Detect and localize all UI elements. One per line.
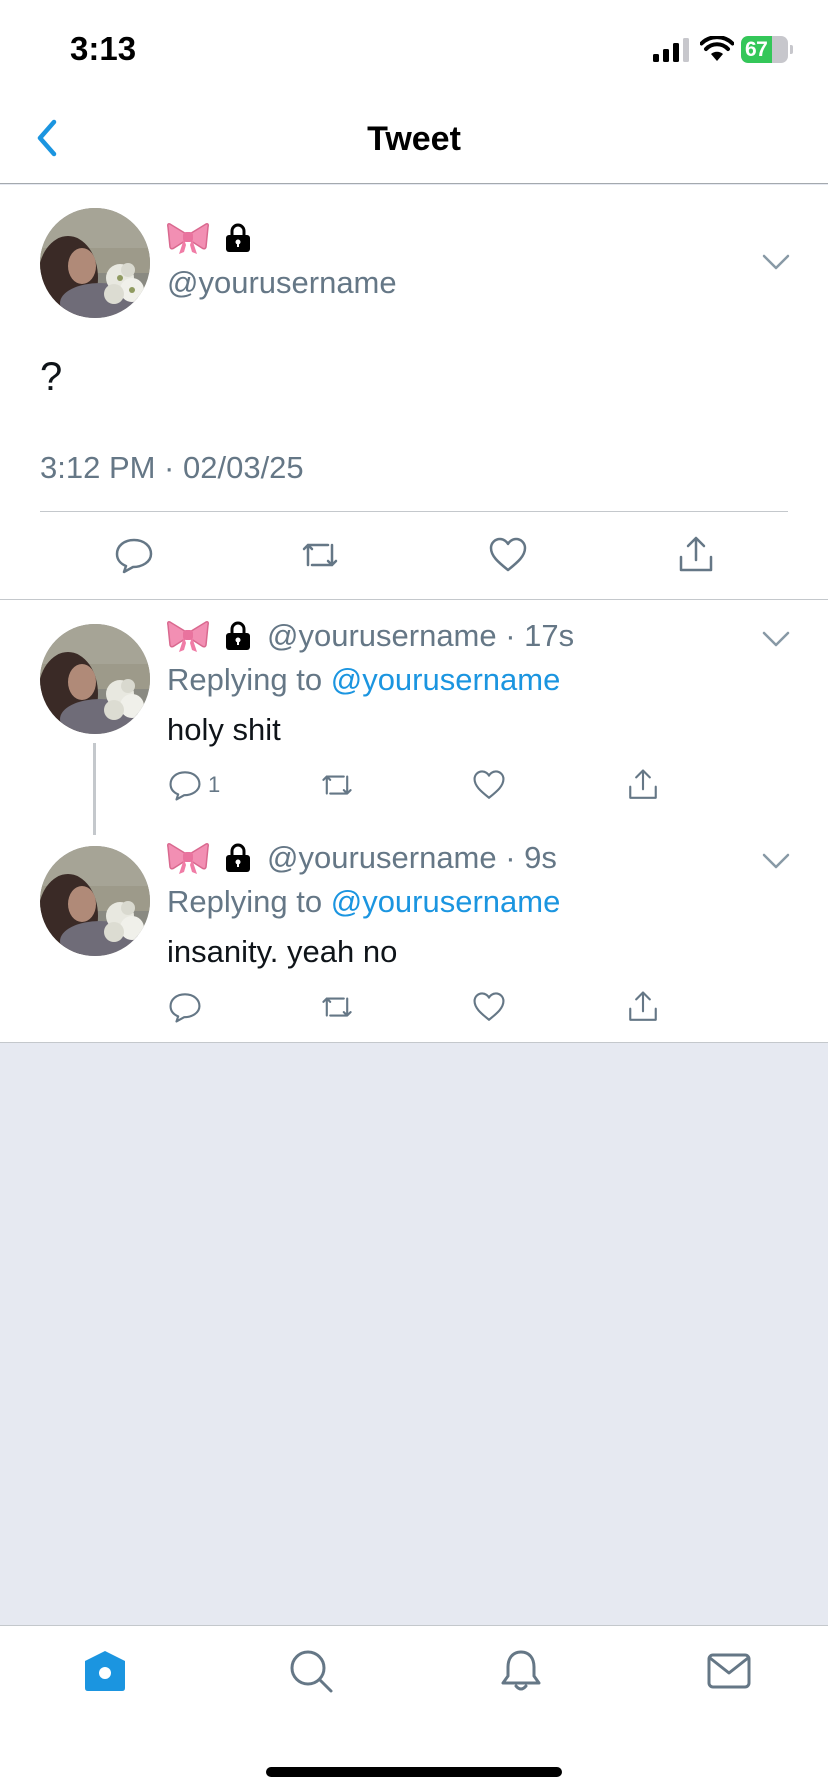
search-icon <box>290 1650 333 1693</box>
bow-icon <box>167 843 209 874</box>
reply-text: insanity. yeah no <box>167 934 398 969</box>
tab-search[interactable] <box>288 1648 334 1694</box>
bow-icon <box>167 223 209 254</box>
reply-header: @yourusername · 9s <box>167 840 557 876</box>
avatar[interactable] <box>40 846 150 956</box>
share-icon[interactable] <box>626 990 660 1024</box>
replying-prefix: Replying to <box>167 662 323 697</box>
wifi-icon <box>700 36 734 61</box>
messages-icon <box>707 1653 751 1689</box>
like-icon[interactable] <box>488 535 528 575</box>
replying-prefix: Replying to <box>167 884 323 919</box>
notifications-icon <box>501 1650 541 1691</box>
reply-icon <box>169 993 201 1023</box>
reply-tweet[interactable]: @yourusername · 17s Replying to @youruse… <box>0 600 828 820</box>
tweet-body: ? <box>40 355 63 399</box>
reply-text: holy shit <box>167 712 281 747</box>
tweet-actions <box>0 535 828 585</box>
replying-to: Replying to @yourusername <box>167 884 560 920</box>
tweet-timestamp: 3:12 PM · 02/03/25 <box>40 450 304 485</box>
avatar[interactable] <box>40 624 150 734</box>
lock-icon <box>226 843 250 872</box>
reply-count: 1 <box>208 772 221 797</box>
battery-icon: 67 <box>741 36 793 63</box>
share-icon[interactable] <box>626 768 660 802</box>
chevron-down-icon[interactable] <box>762 852 790 870</box>
chevron-down-icon[interactable] <box>762 630 790 648</box>
tab-messages[interactable] <box>706 1648 752 1694</box>
reply-icon[interactable] <box>114 535 154 575</box>
home-indicator[interactable] <box>266 1767 562 1777</box>
navigation-bar: Tweet <box>0 96 828 184</box>
replies-list: @yourusername · 17s Replying to @youruse… <box>0 600 828 1043</box>
display-name <box>167 221 253 255</box>
tab-home[interactable] <box>82 1648 128 1694</box>
retweet-icon[interactable] <box>320 990 354 1024</box>
cellular-signal-icon <box>653 38 689 62</box>
reply-handle-time: @yourusername · 17s <box>267 618 575 653</box>
status-bar: 3:13 67 <box>0 0 828 96</box>
mention-link[interactable]: @yourusername <box>331 884 561 919</box>
reply-handle-time: @yourusername · 9s <box>267 840 557 875</box>
chevron-down-icon[interactable] <box>762 253 790 271</box>
reply-button[interactable]: 1 <box>168 768 220 802</box>
page-title: Tweet <box>367 120 461 158</box>
like-icon[interactable] <box>472 990 506 1024</box>
lock-icon <box>226 223 250 252</box>
main-tweet: @yourusername ? 3:12 PM · 02/03/25 <box>0 185 828 600</box>
reply-icon <box>169 771 201 801</box>
mention-link[interactable]: @yourusername <box>331 662 561 697</box>
status-time: 3:13 <box>70 30 137 67</box>
retweet-icon[interactable] <box>300 535 340 575</box>
reply-actions <box>0 990 828 1026</box>
battery-percent: 67 <box>745 38 768 61</box>
avatar[interactable] <box>40 208 150 318</box>
lock-icon <box>226 621 250 650</box>
reply-button[interactable] <box>168 990 208 1024</box>
share-icon[interactable] <box>676 535 716 575</box>
replying-to: Replying to @yourusername <box>167 662 560 698</box>
retweet-icon[interactable] <box>320 768 354 802</box>
home-icon <box>85 1651 125 1691</box>
tweet-handle: @yourusername <box>167 265 397 300</box>
like-icon[interactable] <box>472 768 506 802</box>
divider <box>40 511 788 512</box>
bow-icon <box>167 621 209 652</box>
reply-actions: 1 <box>0 768 828 804</box>
reply-header: @yourusername · 17s <box>167 618 574 654</box>
tab-notifications[interactable] <box>498 1648 544 1694</box>
reply-tweet[interactable]: @yourusername · 9s Replying to @youruser… <box>0 822 828 1042</box>
